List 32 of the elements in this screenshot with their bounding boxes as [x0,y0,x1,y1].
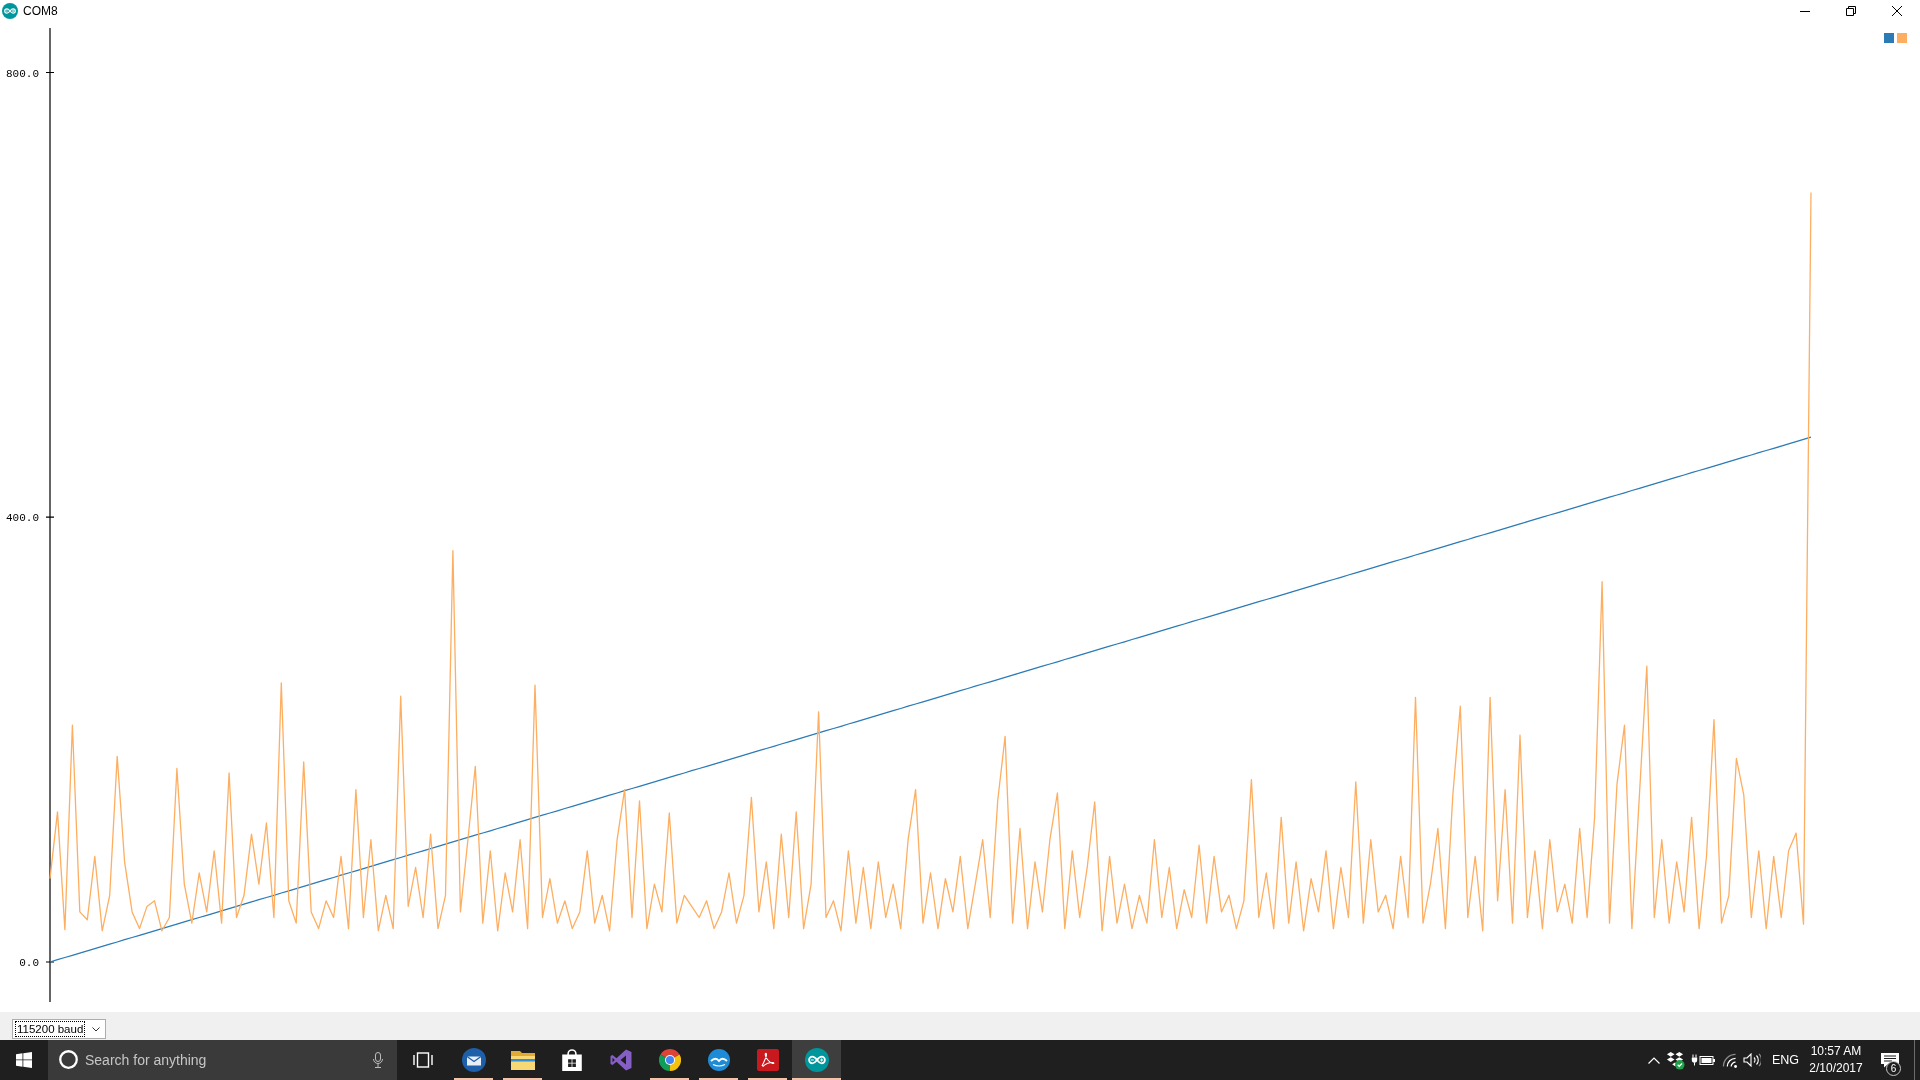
folder-icon [510,1050,535,1070]
chevron-up-icon[interactable] [1647,1056,1660,1064]
ring-icon [59,1050,78,1069]
swirl-tile-icon [756,1049,779,1071]
window-title: COM8 [23,3,58,20]
clock-date[interactable]: 2/10/2017 [1809,1060,1863,1077]
minimize-icon [1800,10,1810,12]
close-icon [1892,6,1902,16]
speaker-icon[interactable] [1742,1053,1761,1067]
shopping-bag-icon [560,1049,583,1071]
segmented-circle-icon [658,1049,681,1071]
wave-circle-icon [707,1049,730,1071]
window-frame-icon [413,1052,433,1068]
notification-count-badge: 6 [1886,1061,1901,1076]
infinity-icon [804,1048,829,1072]
diamond-cluster-check-icon[interactable] [1665,1050,1685,1070]
language-indicator[interactable]: ENG [1763,1050,1806,1070]
taskbar-app-button[interactable] [792,1040,841,1080]
battery-plug-icon[interactable] [1690,1054,1715,1066]
y-tick-label: 0.0 [19,957,39,969]
ribbon-logo-icon [609,1049,632,1071]
search-field[interactable]: Search for anything [48,1040,397,1080]
envelope-circle-icon [461,1048,486,1072]
caret-icon [92,1026,101,1032]
baud-rate-dropdown[interactable]: 115200 baud [12,1019,107,1039]
y-tick-label: 400.0 [6,512,39,525]
microphone-icon[interactable] [373,1052,383,1068]
clock-time[interactable]: 10:57 AM [1810,1043,1862,1060]
y-tick-label: 800.0 [6,67,39,80]
window-panes-icon [16,1052,32,1068]
restore-icon [1846,6,1856,16]
wifi-icon[interactable] [1720,1052,1737,1068]
